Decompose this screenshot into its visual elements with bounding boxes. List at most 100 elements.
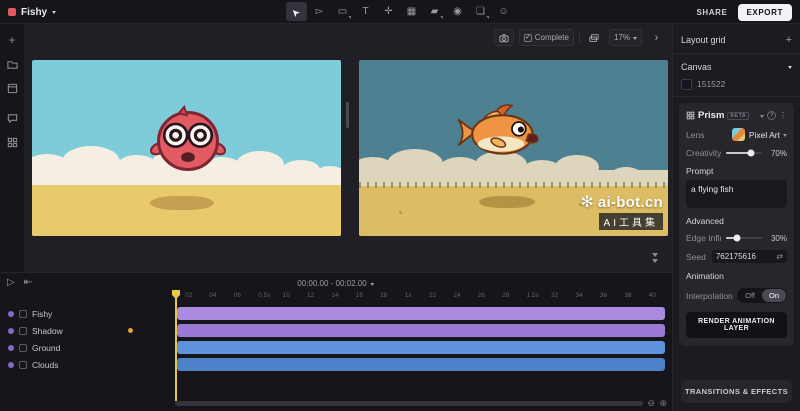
beta-badge: BETA xyxy=(727,112,749,120)
snapshot-button[interactable] xyxy=(494,29,514,46)
panel-expand-button[interactable]: › xyxy=(647,29,666,46)
camera-icon xyxy=(499,33,509,43)
zoom-level: 17% xyxy=(614,33,630,42)
comment-icon[interactable] xyxy=(4,110,20,126)
toolbar-divider xyxy=(579,32,580,44)
canvas-color-value: 151522 xyxy=(697,79,725,89)
layout-grid-label: Layout grid xyxy=(681,35,726,45)
collapse-prism-icon[interactable] xyxy=(760,115,764,120)
seed-label: Seed xyxy=(686,252,706,262)
collapse-section-icon[interactable] xyxy=(788,66,792,71)
scene-left xyxy=(32,60,341,236)
shapes-icon: ❏ xyxy=(476,7,485,17)
add-layout-grid-button[interactable]: + xyxy=(786,34,792,46)
text-tool-icon: T xyxy=(362,7,368,17)
text-tool-button[interactable]: T xyxy=(355,2,376,21)
shapes-tool-button[interactable]: ❏ xyxy=(470,2,491,21)
track-bar-fishy[interactable] xyxy=(177,307,665,320)
sand-speck xyxy=(399,211,402,214)
track-bar-clouds[interactable] xyxy=(177,358,665,371)
watermark-caption: AI工具集 xyxy=(599,213,663,230)
timeline-panel: ▷ ⇤ 00:00.00 - 00:02.00 0204060.5s101214… xyxy=(0,272,672,411)
animation-section-label: Animation xyxy=(686,271,787,281)
lens-value[interactable]: Pixel Art xyxy=(749,130,780,140)
prompt-label: Prompt xyxy=(686,166,787,176)
add-icon[interactable]: + xyxy=(4,32,20,48)
share-button[interactable]: SHARE xyxy=(696,8,727,17)
transitions-effects-button[interactable]: TRANSITIONS & EFFECTS xyxy=(681,380,792,403)
complete-toggle[interactable]: ✓ Complete xyxy=(519,29,574,46)
zoom-dropdown[interactable]: 17% xyxy=(609,29,642,46)
timeline-zoom-in-button[interactable]: ⊕ xyxy=(659,398,667,409)
eraser-tool-button[interactable]: ▰ xyxy=(424,2,445,21)
track-bar-ground[interactable] xyxy=(177,341,665,354)
interpolation-label: Interpolation xyxy=(686,291,737,301)
interpolation-on-button[interactable]: On xyxy=(762,289,786,302)
help-icon[interactable]: ? xyxy=(767,111,776,120)
project-menu[interactable]: Fishy xyxy=(8,0,56,24)
transform-icon: ✛ xyxy=(384,7,392,17)
pattern-select-tool-button[interactable]: ▦ xyxy=(401,2,422,21)
shuffle-seed-icon[interactable]: ⇄ xyxy=(776,252,783,261)
seed-value: 762175616 xyxy=(716,252,756,261)
complete-label: Complete xyxy=(535,33,569,42)
dropdown-indicator-icon xyxy=(486,16,489,19)
folder-icon[interactable] xyxy=(4,56,20,72)
prism-title: Prism xyxy=(698,110,724,121)
tool-bar: ➤ ▻ ▭ T ✛ ▦ ▰ ◉ ❏ ☺ xyxy=(286,2,514,21)
edge-influence-label: Edge Influe... xyxy=(686,233,721,243)
stamp-icon: ◉ xyxy=(453,7,462,17)
canvas-color-swatch[interactable] xyxy=(681,79,692,90)
canvas-section-label: Canvas xyxy=(681,62,712,72)
collapse-canvas-button[interactable] xyxy=(652,253,658,266)
scene-right: ✻ ai-bot.cn AI工具集 xyxy=(359,60,668,236)
canvas-toolbar: ✓ Complete 17% › xyxy=(494,29,666,46)
canvas-frame-2[interactable]: ✻ ai-bot.cn AI工具集 xyxy=(359,60,668,236)
seed-field[interactable]: 762175616 ⇄ xyxy=(712,250,787,263)
prism-panel: Prism BETA ? ⋮ Lens Pixel Art Creativity… xyxy=(679,103,794,346)
checkbox-icon: ✓ xyxy=(524,34,532,42)
marquee-tool-button[interactable]: ▭ xyxy=(332,2,353,21)
export-button[interactable]: EXPORT xyxy=(738,4,793,21)
pink-fish-illustration xyxy=(150,104,226,178)
watermark: ✻ ai-bot.cn AI工具集 xyxy=(580,194,663,231)
apps-grid-icon[interactable] xyxy=(4,134,20,150)
timeline-zoom-out-button[interactable]: ⊖ xyxy=(647,398,655,409)
interpolation-off-button[interactable]: Off xyxy=(738,289,762,302)
dropdown-indicator-icon xyxy=(348,16,351,19)
fish-shadow xyxy=(479,196,535,208)
frames-divider-handle[interactable] xyxy=(346,102,349,128)
stamp-tool-button[interactable]: ◉ xyxy=(447,2,468,21)
kebab-menu-icon[interactable]: ⋮ xyxy=(779,111,787,120)
prompt-textarea[interactable]: a flying fish xyxy=(686,180,787,208)
orange-fish-illustration xyxy=(453,100,549,166)
watermark-brand: ai-bot.cn xyxy=(598,194,663,211)
select-icon: ➤ xyxy=(290,5,303,18)
render-animation-layer-button[interactable]: RENDER ANIMATION LAYER xyxy=(686,312,787,338)
flower-logo-icon: ✻ xyxy=(580,195,593,211)
chevron-down-icon[interactable] xyxy=(783,134,787,139)
layers-icon xyxy=(589,33,599,43)
chevron-down-icon xyxy=(52,11,56,16)
layers-view-button[interactable] xyxy=(585,29,604,46)
select-tool-button[interactable]: ➤ xyxy=(286,2,307,21)
chevron-down-icon xyxy=(652,259,658,266)
eraser-icon: ▰ xyxy=(431,7,439,17)
app-window: Fishy ➤ ▻ ▭ T ✛ ▦ ▰ ◉ ❏ ☺ SHARE EXPORT + xyxy=(0,0,800,411)
canvas-frame-1[interactable] xyxy=(32,60,341,236)
direct-select-icon: ▻ xyxy=(316,7,324,17)
right-panel: Layout grid + Canvas 151522 Prism BETA ? xyxy=(672,24,800,411)
track-bar-shadow[interactable] xyxy=(177,324,665,337)
creativity-slider[interactable] xyxy=(726,152,762,154)
timeline-scrollbar[interactable] xyxy=(175,401,643,406)
canvas-workspace[interactable]: ✓ Complete 17% › xyxy=(24,24,672,272)
transform-tool-button[interactable]: ✛ xyxy=(378,2,399,21)
frames-icon[interactable] xyxy=(4,80,20,96)
app-logo-icon xyxy=(8,8,16,16)
playhead-line xyxy=(175,291,177,401)
lens-label: Lens xyxy=(686,130,732,140)
emoji-tool-button[interactable]: ☺ xyxy=(493,2,514,21)
lens-thumbnail xyxy=(732,128,745,141)
edge-influence-slider[interactable] xyxy=(726,237,762,239)
direct-select-tool-button[interactable]: ▻ xyxy=(309,2,330,21)
